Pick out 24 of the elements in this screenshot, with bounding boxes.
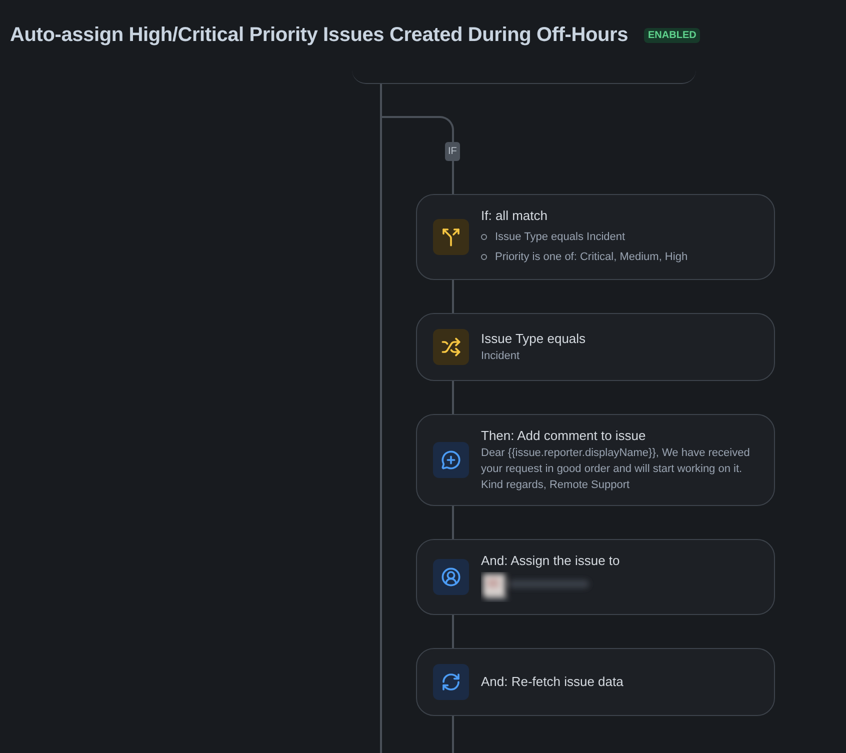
step-card[interactable]: And: Assign the issue to (416, 539, 775, 615)
step-card[interactable]: Then: Add comment to issue Dear {{issue.reporter.displayName}}, We have received your request in good order and will start working on it. Kind regards, Remote Support (416, 414, 775, 506)
step-title: And: Assign the issue to (481, 552, 620, 570)
user-icon (433, 559, 469, 595)
shuffle-icon (433, 329, 469, 365)
step-title: Issue Type equals (481, 330, 586, 348)
bullet-icon (481, 234, 487, 240)
condition-text: Issue Type equals Incident (495, 230, 626, 245)
comment-plus-icon (433, 442, 469, 478)
split-arrows-icon (433, 219, 469, 255)
step-detail: Incident (481, 349, 521, 364)
branch-label: IF (445, 142, 460, 161)
step-title: Then: Add comment to issue (481, 427, 647, 445)
step-card[interactable]: And: Re-fetch issue data (416, 648, 775, 716)
step-card[interactable]: Issue Type equals Incident (416, 313, 775, 381)
bullet-icon (481, 254, 487, 260)
step-card[interactable]: If: all match Issue Type equals Incident Priority is one of: Critical, Medium, High (416, 194, 775, 280)
page-title: Auto-assign High/Critical Priority Issues Created During Off-Hours (10, 23, 628, 48)
step-detail: Dear {{issue.reporter.displayName}}, We have received your request in good order and will start working on it. Kind regards, Remote Support (481, 446, 751, 493)
condition-text: Priority is one of: Critical, Medium, High (495, 250, 688, 265)
step-title: And: Re-fetch issue data (481, 673, 624, 691)
step-title: If: all match (481, 207, 548, 225)
refresh-icon (433, 664, 469, 700)
status-label: ENABLED (644, 28, 700, 42)
